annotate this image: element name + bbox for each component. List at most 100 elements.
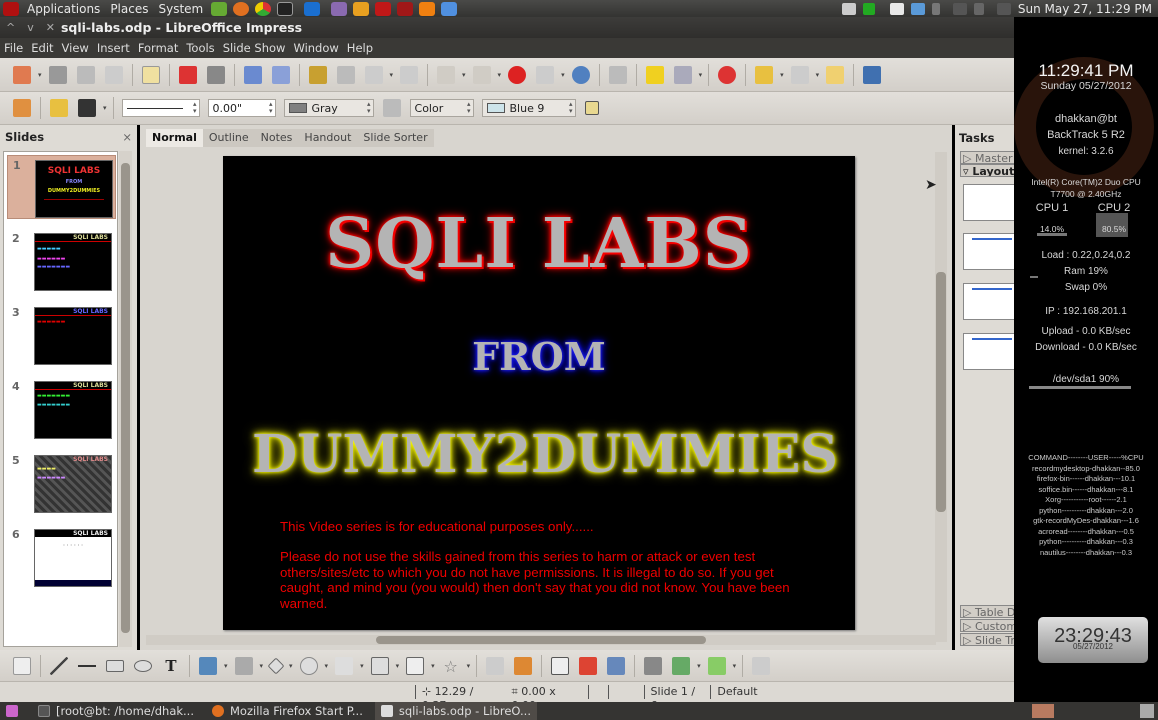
status-signature[interactable] <box>608 685 644 699</box>
clone-formatting-icon[interactable] <box>400 65 419 84</box>
slide-title[interactable]: SQLI LABS <box>223 204 855 284</box>
print-icon[interactable] <box>206 65 225 84</box>
task-section-custom-animation[interactable]: ▷ Custom Animation <box>960 619 1014 632</box>
task-section-layouts[interactable]: ▿ Layouts <box>960 164 1014 177</box>
stars-icon[interactable]: ☆ <box>442 657 460 676</box>
line-fill-icon[interactable] <box>13 99 31 117</box>
panel-clock[interactable]: Sun May 27, 11:29 PM <box>1018 2 1152 16</box>
menu-tools[interactable]: Tools <box>182 41 218 55</box>
display-icon[interactable] <box>952 2 967 15</box>
slide-canvas[interactable]: SQLI LABS FROM DUMMY2DUMMIES This Video … <box>223 156 855 630</box>
gallery-icon[interactable] <box>607 656 626 675</box>
slide-author[interactable]: DUMMY2DUMMIES <box>229 424 861 485</box>
arrow-line-tool-icon[interactable] <box>78 656 96 675</box>
dropbox-icon[interactable] <box>441 1 458 16</box>
guides-icon[interactable] <box>645 65 664 84</box>
applications-menu[interactable]: Applications <box>22 2 105 16</box>
table-icon[interactable] <box>536 65 555 84</box>
line-width-field[interactable]: 0.00" ▴ ▾ <box>207 99 276 117</box>
task-section-table-design[interactable]: ▷ Table Design <box>960 605 1014 618</box>
volume-icon[interactable] <box>973 2 984 15</box>
blank-tray-icon[interactable] <box>889 2 904 15</box>
slide-thumbnail-2[interactable]: 2 SQLI LABS ▬▬▬▬▬ ▬▬▬▬▬▬ ▬▬▬▬▬▬▬ <box>7 229 116 293</box>
menu-slide-show[interactable]: Slide Show <box>219 41 290 55</box>
slide-show-icon[interactable] <box>755 65 774 84</box>
slide-thumbnail-6[interactable]: 6 SQLI LABS · · · · · · <box>7 525 116 589</box>
mail-icon[interactable] <box>996 2 1011 15</box>
menu-insert[interactable]: Insert <box>93 41 134 55</box>
freeform-tool-icon[interactable] <box>199 656 217 675</box>
slide-subtitle[interactable]: FROM <box>223 334 855 379</box>
basic-shapes-icon[interactable] <box>267 657 285 674</box>
area-icon[interactable] <box>382 99 401 117</box>
slide-thumbnail-1[interactable]: 1 SQLI LABS FROM DUMMY2DUMMIES <box>7 155 116 219</box>
callouts-icon[interactable] <box>406 656 425 675</box>
grid-icon[interactable] <box>608 65 627 84</box>
new-document-icon[interactable] <box>13 65 31 84</box>
help-icon[interactable] <box>718 65 737 84</box>
trash-icon[interactable] <box>1140 704 1154 718</box>
screenshot-tool-icon[interactable] <box>397 1 414 16</box>
tab-handout[interactable]: Handout <box>298 129 357 147</box>
close-window-button[interactable]: ✕ <box>46 21 55 34</box>
slides-scrollbar[interactable] <box>119 151 132 647</box>
paste-icon[interactable] <box>364 65 383 84</box>
camera-icon[interactable] <box>841 2 856 15</box>
menu-edit[interactable]: Edit <box>27 41 57 55</box>
redo-icon[interactable] <box>472 65 491 84</box>
taskbar-item-firefox[interactable]: Mozilla Firefox Start P... <box>206 702 369 720</box>
ellipse-tool-icon[interactable] <box>134 659 152 672</box>
points-icon[interactable] <box>486 656 505 675</box>
slide-thumbnail-5[interactable]: 5 SQLI LABS ▬▬▬▬ ▬▬▬▬▬▬ <box>7 451 116 515</box>
edit-file-icon[interactable] <box>141 65 160 84</box>
zoom-icon[interactable] <box>673 65 692 84</box>
cherrytree-icon[interactable] <box>353 1 370 16</box>
open-icon[interactable] <box>48 65 67 84</box>
align-icon[interactable] <box>672 656 691 675</box>
horizontal-scrollbar[interactable] <box>146 635 936 645</box>
chart-icon[interactable] <box>508 65 527 84</box>
chrome-icon[interactable] <box>255 1 272 16</box>
3d-objects-icon[interactable] <box>752 656 771 675</box>
block-arrows-icon[interactable] <box>335 656 354 675</box>
connector-tool-icon[interactable] <box>234 656 253 675</box>
export-pdf-icon[interactable] <box>178 65 197 84</box>
symbol-shapes-icon[interactable] <box>299 656 318 675</box>
new-dropdown[interactable]: ▾ <box>38 71 42 79</box>
battery-icon[interactable] <box>931 2 940 15</box>
rectangle-tool-icon[interactable] <box>106 659 124 672</box>
navigator-icon[interactable] <box>571 65 590 84</box>
layout-title-3-content[interactable] <box>963 283 1014 320</box>
area-color-select[interactable]: Blue 9 ▴ ▾ <box>481 99 576 117</box>
undo-icon[interactable] <box>437 65 456 84</box>
line-tool-icon[interactable] <box>50 656 68 675</box>
minimize-button[interactable]: ^ <box>6 21 15 34</box>
layout-title-2-content[interactable] <box>963 233 1014 270</box>
save-icon[interactable] <box>76 65 95 84</box>
flowchart-icon[interactable] <box>370 656 389 675</box>
copy-icon[interactable] <box>336 65 355 84</box>
cut-icon[interactable] <box>308 65 327 84</box>
tab-normal[interactable]: Normal <box>146 129 203 147</box>
arrow-style-icon[interactable] <box>78 99 96 117</box>
terminal-icon[interactable] <box>277 1 294 16</box>
menu-format[interactable]: Format <box>134 41 183 55</box>
firefox-icon[interactable] <box>233 1 250 16</box>
area-style-select[interactable]: Color ▴ ▾ <box>409 99 474 117</box>
close-slides-pane-button[interactable]: × <box>122 130 132 144</box>
maximize-button[interactable]: v <box>27 21 34 34</box>
insert-image-icon[interactable] <box>579 656 598 675</box>
line-style-select[interactable]: ▴ ▾ <box>121 99 200 117</box>
places-menu[interactable]: Places <box>105 2 153 16</box>
line-color-select[interactable]: Gray ▴ ▾ <box>283 99 374 117</box>
workspace-switcher[interactable] <box>1032 704 1054 718</box>
tab-slide-sorter[interactable]: Slide Sorter <box>357 129 433 147</box>
spellcheck-icon[interactable] <box>243 65 262 84</box>
menu-file[interactable]: File <box>0 41 27 55</box>
network-icon[interactable] <box>910 2 925 15</box>
menu-help[interactable]: Help <box>343 41 377 55</box>
layout-blank[interactable] <box>963 184 1014 221</box>
xchat-icon[interactable] <box>211 1 228 16</box>
menu-view[interactable]: View <box>58 41 93 55</box>
disclaimer-textbox[interactable]: This Video series is for educational pur… <box>280 519 800 611</box>
